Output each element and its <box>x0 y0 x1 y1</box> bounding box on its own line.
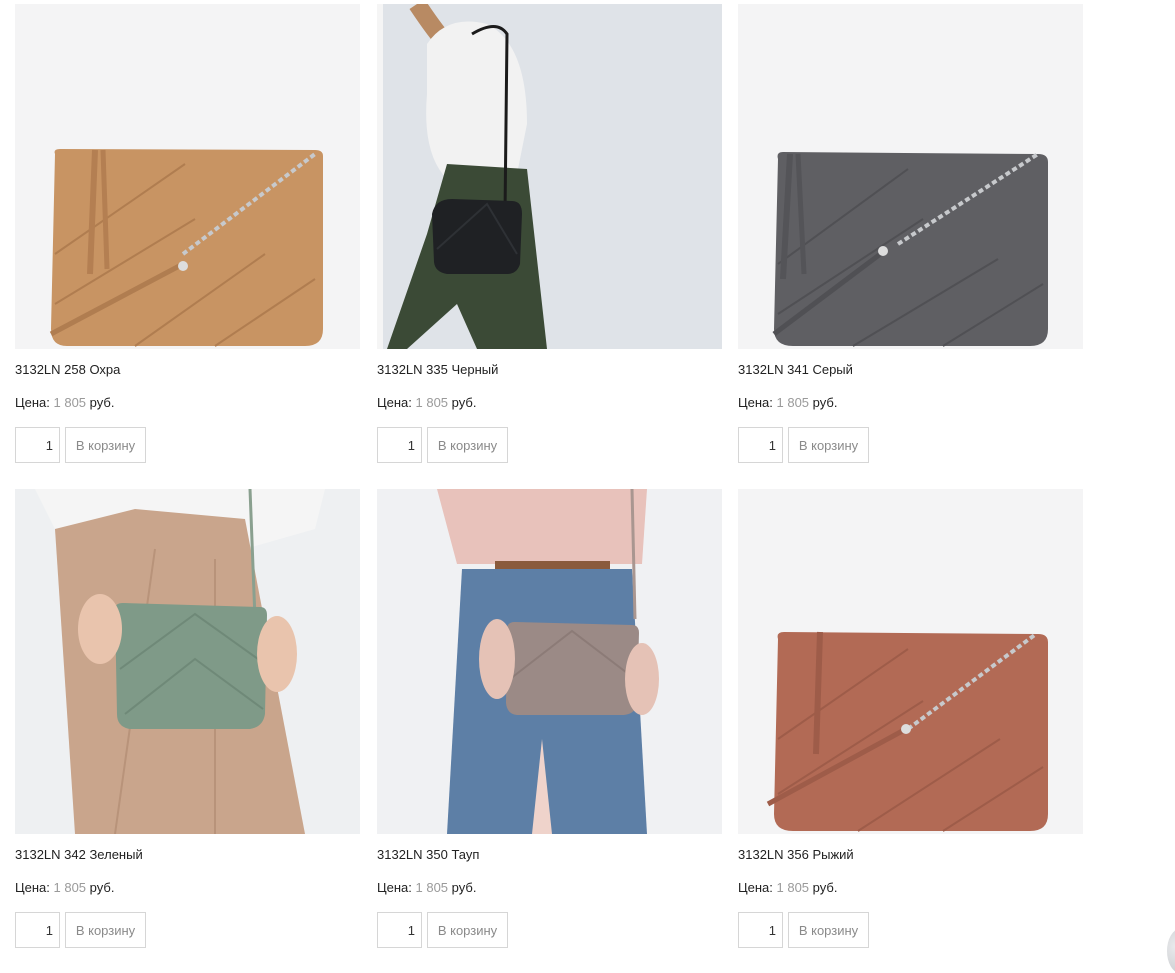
buy-row: В корзину <box>377 912 723 948</box>
price-currency: руб. <box>451 395 477 410</box>
product-price: Цена: 1 805 руб. <box>15 880 361 896</box>
product-card: 3132LN 341 Серый Цена: 1 805 руб. В корз… <box>738 4 1084 463</box>
product-price: Цена: 1 805 руб. <box>738 880 1084 896</box>
product-title[interactable]: 3132LN 341 Серый <box>738 362 1084 378</box>
product-card: 3132LN 356 Рыжий Цена: 1 805 руб. В корз… <box>738 489 1084 948</box>
bag-ginger-image <box>738 489 1083 834</box>
product-price: Цена: 1 805 руб. <box>738 395 1084 411</box>
price-value: 1 805 <box>776 395 810 410</box>
price-currency: руб. <box>812 395 838 410</box>
price-currency: руб. <box>812 880 838 895</box>
model-taupe-bag-image <box>377 489 722 834</box>
product-photo[interactable] <box>738 4 1083 349</box>
price-value: 1 805 <box>776 880 810 895</box>
product-price: Цена: 1 805 руб. <box>15 395 361 411</box>
product-title[interactable]: 3132LN 335 Черный <box>377 362 723 378</box>
add-to-cart-button[interactable]: В корзину <box>65 427 146 463</box>
product-photo[interactable] <box>15 4 360 349</box>
price-label: Цена: <box>15 880 50 895</box>
product-card: 3132LN 335 Черный Цена: 1 805 руб. В кор… <box>377 4 723 463</box>
add-to-cart-button[interactable]: В корзину <box>788 912 869 948</box>
product-grid: 3132LN 258 Охра Цена: 1 805 руб. В корзи… <box>0 0 1175 959</box>
price-currency: руб. <box>89 880 115 895</box>
product-photo[interactable] <box>738 489 1083 834</box>
price-label: Цена: <box>15 395 50 410</box>
product-card: 3132LN 258 Охра Цена: 1 805 руб. В корзи… <box>15 4 361 463</box>
price-value: 1 805 <box>53 395 87 410</box>
add-to-cart-button[interactable]: В корзину <box>788 427 869 463</box>
price-value: 1 805 <box>53 880 87 895</box>
product-price: Цена: 1 805 руб. <box>377 880 723 896</box>
price-label: Цена: <box>738 395 773 410</box>
product-title[interactable]: 3132LN 356 Рыжий <box>738 847 1084 863</box>
quantity-input[interactable] <box>377 427 422 463</box>
product-photo[interactable] <box>377 489 722 834</box>
buy-row: В корзину <box>377 427 723 463</box>
buy-row: В корзину <box>738 912 1084 948</box>
model-black-bag-image <box>377 4 722 349</box>
buy-row: В корзину <box>15 912 361 948</box>
quantity-input[interactable] <box>738 912 783 948</box>
price-value: 1 805 <box>415 880 449 895</box>
price-label: Цена: <box>738 880 773 895</box>
bag-grey-image <box>738 4 1083 349</box>
product-card: 3132LN 350 Тауп Цена: 1 805 руб. В корзи… <box>377 489 723 948</box>
product-card: 3132LN 342 Зеленый Цена: 1 805 руб. В ко… <box>15 489 361 948</box>
price-value: 1 805 <box>415 395 449 410</box>
quantity-input[interactable] <box>377 912 422 948</box>
price-label: Цена: <box>377 880 412 895</box>
quantity-input[interactable] <box>15 427 60 463</box>
product-photo[interactable] <box>377 4 722 349</box>
product-title[interactable]: 3132LN 258 Охра <box>15 362 361 378</box>
add-to-cart-button[interactable]: В корзину <box>65 912 146 948</box>
product-title[interactable]: 3132LN 342 Зеленый <box>15 847 361 863</box>
product-title[interactable]: 3132LN 350 Тауп <box>377 847 723 863</box>
product-price: Цена: 1 805 руб. <box>377 395 723 411</box>
add-to-cart-button[interactable]: В корзину <box>427 912 508 948</box>
price-currency: руб. <box>89 395 115 410</box>
add-to-cart-button[interactable]: В корзину <box>427 427 508 463</box>
product-photo[interactable] <box>15 489 360 834</box>
price-label: Цена: <box>377 395 412 410</box>
bag-ochre-image <box>15 4 360 349</box>
buy-row: В корзину <box>738 427 1084 463</box>
quantity-input[interactable] <box>738 427 783 463</box>
price-currency: руб. <box>451 880 477 895</box>
buy-row: В корзину <box>15 427 361 463</box>
quantity-input[interactable] <box>15 912 60 948</box>
model-green-bag-image <box>15 489 360 834</box>
